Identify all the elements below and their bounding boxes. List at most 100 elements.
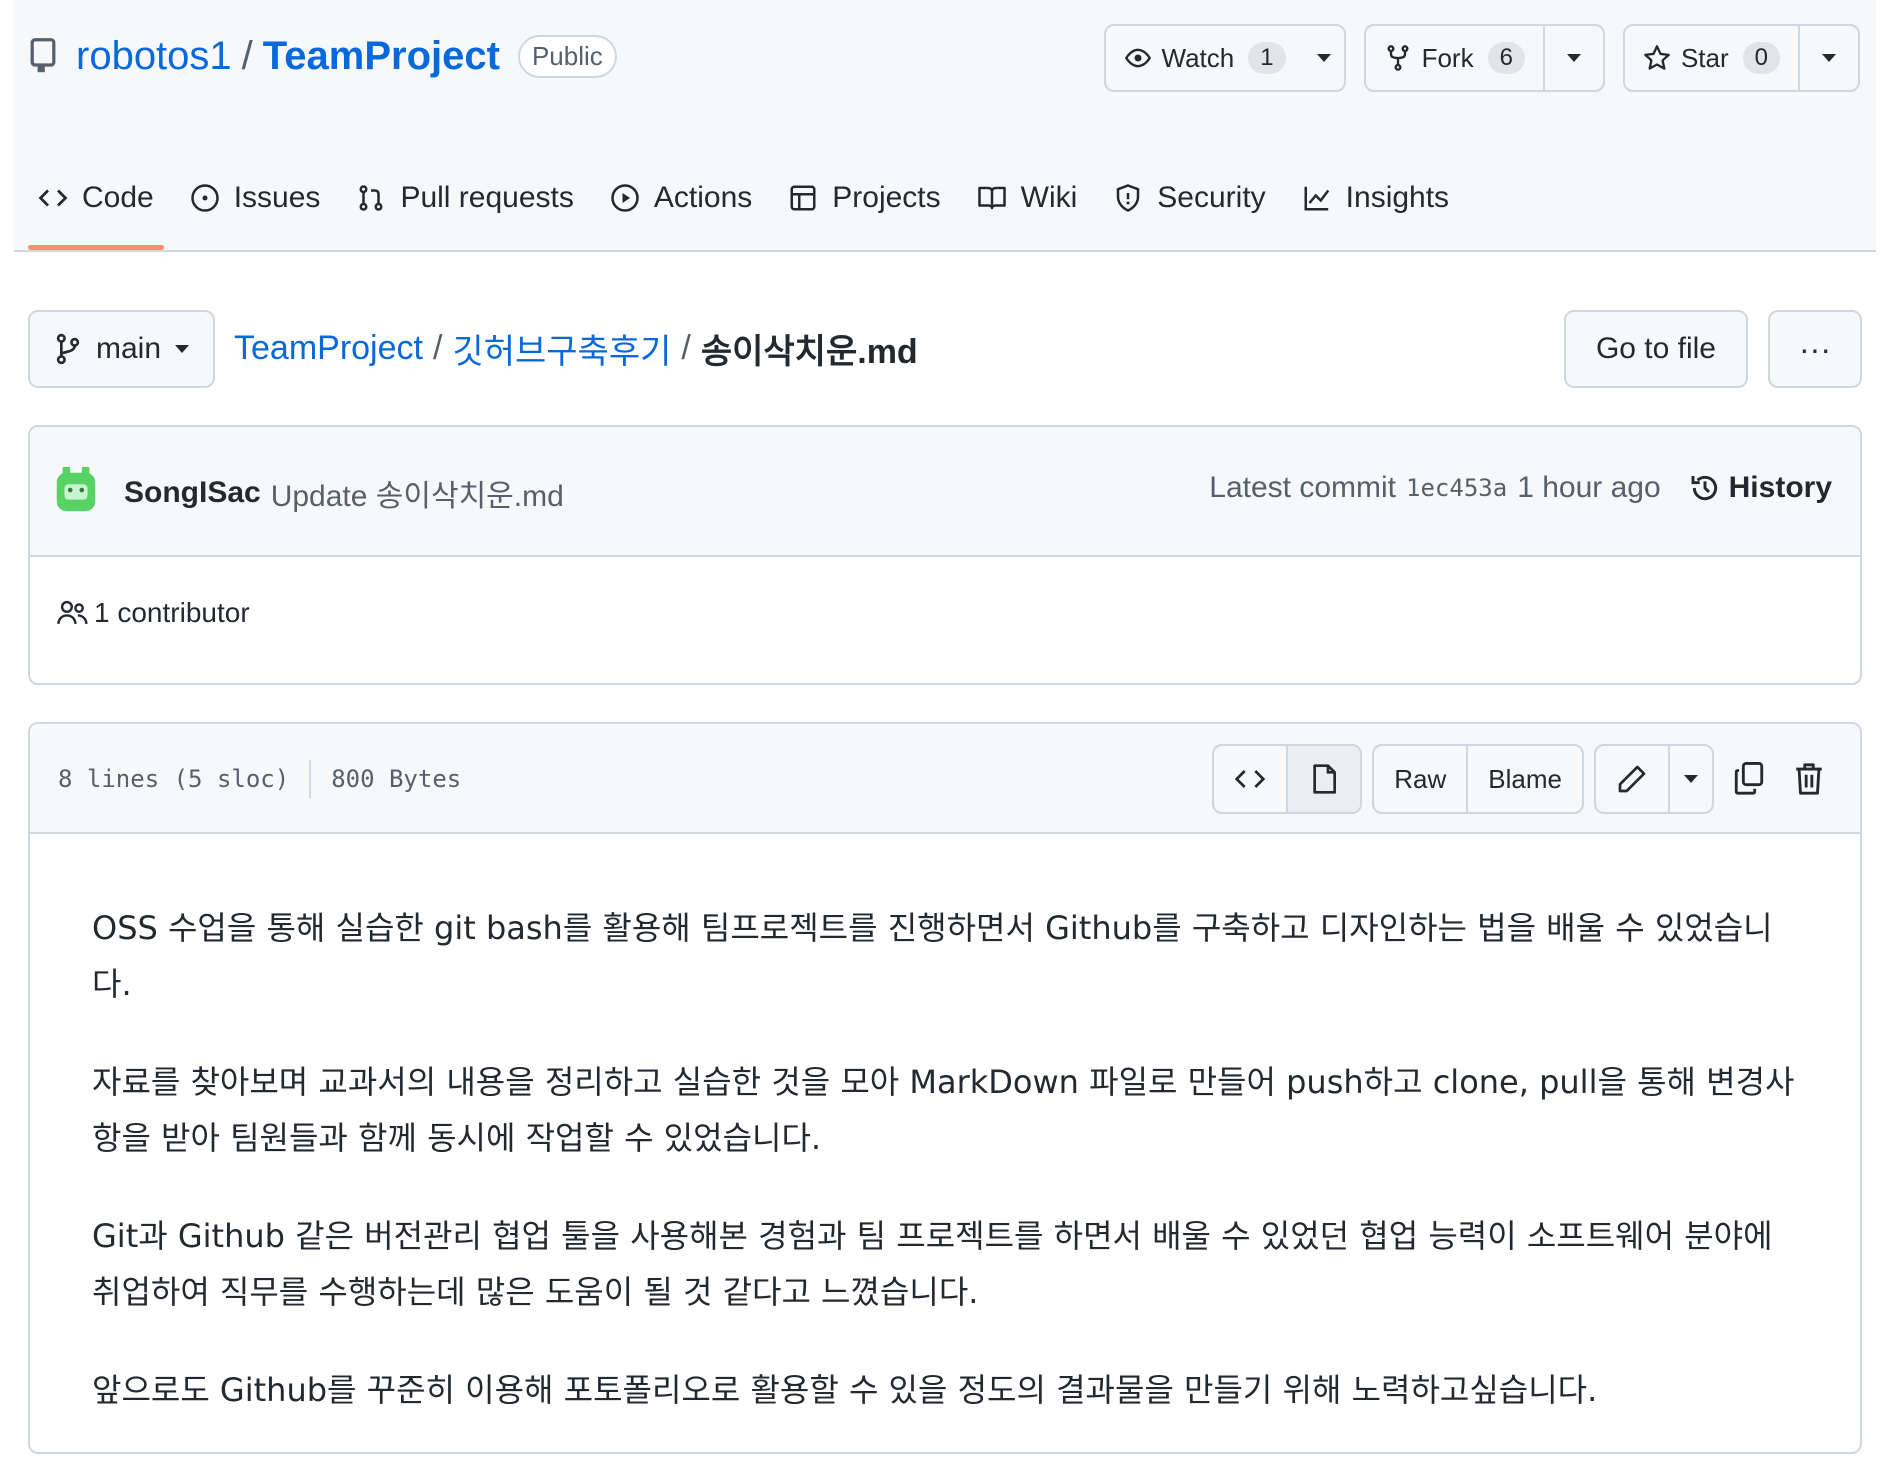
people-icon bbox=[57, 600, 88, 625]
file-info: 8 lines (5 sloc) 800 Bytes bbox=[58, 760, 461, 798]
pencil-icon bbox=[1618, 765, 1646, 793]
repo-actions: Watch 1 Fork 6 Star 0 bbox=[1103, 24, 1860, 92]
chevron-down-icon bbox=[1822, 54, 1836, 62]
history-label: History bbox=[1728, 471, 1832, 504]
copy-icon bbox=[1734, 762, 1764, 795]
code-icon bbox=[38, 189, 68, 207]
divider bbox=[309, 760, 312, 798]
repo-owner-link[interactable]: robotos1 bbox=[76, 34, 232, 79]
latest-commit-box: SongISac Update 송이삭치운.md Latest commit 1… bbox=[28, 425, 1862, 685]
tab-security[interactable]: Security bbox=[1095, 150, 1283, 246]
kebab-horizontal-icon: ··· bbox=[1799, 330, 1831, 367]
tab-label: Pull requests bbox=[400, 181, 574, 214]
paragraph: Git과 Github 같은 버전관리 협업 툴을 사용해본 경험과 팀 프로젝… bbox=[92, 1217, 1773, 1311]
repo-name-link[interactable]: TeamProject bbox=[263, 34, 500, 79]
star-count: 0 bbox=[1742, 42, 1780, 74]
git-branch-icon bbox=[56, 333, 80, 365]
repo-separator: / bbox=[241, 33, 253, 78]
file-header: 8 lines (5 sloc) 800 Bytes Raw Blame bbox=[30, 724, 1860, 834]
star-button[interactable]: Star 0 bbox=[1625, 26, 1798, 90]
tab-label: Code bbox=[82, 181, 154, 214]
commit-meta: Latest commit 1ec453a 1 hour ago History bbox=[1209, 471, 1832, 505]
edit-dropdown[interactable] bbox=[1668, 746, 1712, 812]
tab-label: Wiki bbox=[1020, 181, 1078, 214]
breadcrumb: TeamProject / 깃허브구축후기 / 송이삭치운.md bbox=[234, 322, 918, 374]
commit-author-link[interactable]: SongISac bbox=[124, 476, 261, 510]
tab-issues[interactable]: Issues bbox=[172, 150, 339, 246]
fork-button-group: Fork 6 bbox=[1363, 24, 1605, 92]
commit-message: SongISac Update 송이삭치운.md bbox=[124, 471, 564, 515]
github-file-page: robotos1 / TeamProject Public Watch 1 Fo… bbox=[14, 0, 1876, 1458]
chevron-down-icon bbox=[1684, 775, 1698, 783]
paragraph: 자료를 찾아보며 교과서의 내용을 정리하고 실습한 것을 모아 MarkDow… bbox=[92, 1063, 1795, 1157]
watch-button[interactable]: Watch 1 bbox=[1106, 26, 1304, 90]
contributors-count: 1 contributor bbox=[94, 597, 250, 628]
tab-label: Projects bbox=[832, 181, 941, 214]
pull-request-icon bbox=[359, 185, 383, 211]
tab-pull-requests[interactable]: Pull requests bbox=[338, 150, 591, 246]
breadcrumb-folder-link[interactable]: 깃허브구축후기 bbox=[452, 324, 671, 373]
star-button-group: Star 0 bbox=[1622, 24, 1860, 92]
visibility-badge: Public bbox=[517, 34, 617, 78]
file-size: 800 Bytes bbox=[331, 765, 462, 793]
fork-count: 6 bbox=[1487, 42, 1525, 74]
graph-icon bbox=[1304, 186, 1329, 211]
shield-icon bbox=[1117, 184, 1140, 212]
watch-dropdown[interactable] bbox=[1304, 26, 1344, 90]
commit-time: 1 hour ago bbox=[1517, 471, 1661, 504]
commit-header: SongISac Update 송이삭치운.md Latest commit 1… bbox=[30, 427, 1860, 557]
tab-wiki[interactable]: Wiki bbox=[959, 150, 1096, 246]
file-lines: 8 lines (5 sloc) bbox=[58, 765, 290, 793]
edit-button[interactable] bbox=[1596, 746, 1668, 812]
source-view-button[interactable] bbox=[1214, 746, 1286, 812]
delete-button[interactable] bbox=[1784, 746, 1834, 812]
history-link[interactable]: History bbox=[1689, 471, 1832, 505]
fork-icon bbox=[1387, 45, 1409, 71]
watch-count: 1 bbox=[1248, 42, 1286, 74]
blame-button[interactable]: Blame bbox=[1466, 746, 1582, 812]
markdown-body: OSS 수업을 통해 실습한 git bash를 활용해 팀프로젝트를 진행하면… bbox=[92, 900, 1812, 1452]
avatar[interactable] bbox=[54, 465, 98, 515]
tab-insights[interactable]: Insights bbox=[1284, 150, 1467, 246]
eye-icon bbox=[1124, 48, 1151, 68]
breadcrumb-root-link[interactable]: TeamProject bbox=[234, 329, 423, 368]
file-toolbar: Raw Blame bbox=[1212, 744, 1834, 814]
chevron-down-icon bbox=[175, 345, 190, 353]
chevron-down-icon bbox=[1316, 54, 1331, 62]
commit-sha-link[interactable]: 1ec453a bbox=[1406, 474, 1507, 502]
commit-message-link[interactable]: Update 송이삭치운.md bbox=[271, 471, 564, 515]
table-icon bbox=[790, 185, 816, 211]
contributors-row[interactable]: 1 contributor bbox=[56, 597, 250, 629]
tab-label: Actions bbox=[653, 181, 753, 214]
view-toggle bbox=[1212, 744, 1363, 814]
copy-button[interactable] bbox=[1724, 746, 1774, 812]
tab-label: Issues bbox=[233, 181, 321, 214]
fork-button[interactable]: Fork 6 bbox=[1366, 26, 1543, 90]
tab-label: Security bbox=[1157, 181, 1266, 214]
repo-icon bbox=[30, 38, 56, 73]
file-viewer: 8 lines (5 sloc) 800 Bytes Raw Blame OSS… bbox=[28, 722, 1862, 1454]
book-icon bbox=[977, 186, 1006, 210]
raw-blame-group: Raw Blame bbox=[1372, 744, 1584, 814]
file-icon bbox=[1313, 764, 1337, 794]
more-options-button[interactable]: ··· bbox=[1768, 310, 1862, 388]
tab-code[interactable]: Code bbox=[20, 150, 172, 250]
rendered-view-button[interactable] bbox=[1286, 746, 1361, 812]
tab-projects[interactable]: Projects bbox=[770, 150, 958, 246]
issue-icon bbox=[190, 184, 219, 212]
chevron-down-icon bbox=[1566, 54, 1581, 62]
branch-selector[interactable]: main bbox=[28, 310, 216, 388]
branch-name: main bbox=[96, 332, 162, 365]
tab-label: Insights bbox=[1345, 181, 1450, 214]
fork-dropdown[interactable] bbox=[1542, 26, 1603, 90]
tab-actions[interactable]: Actions bbox=[592, 150, 770, 246]
star-dropdown[interactable] bbox=[1798, 26, 1858, 90]
go-to-file-button[interactable]: Go to file bbox=[1563, 310, 1748, 388]
raw-button[interactable]: Raw bbox=[1374, 746, 1466, 812]
star-label: Star bbox=[1680, 42, 1729, 73]
star-icon bbox=[1644, 45, 1670, 70]
breadcrumb-separator: / bbox=[681, 328, 691, 367]
paragraph: 앞으로도 Github를 꾸준히 이용해 포토폴리오로 활용할 수 있을 정도의… bbox=[92, 1371, 1598, 1409]
watch-label: Watch bbox=[1161, 42, 1235, 73]
breadcrumb-separator: / bbox=[432, 328, 443, 367]
